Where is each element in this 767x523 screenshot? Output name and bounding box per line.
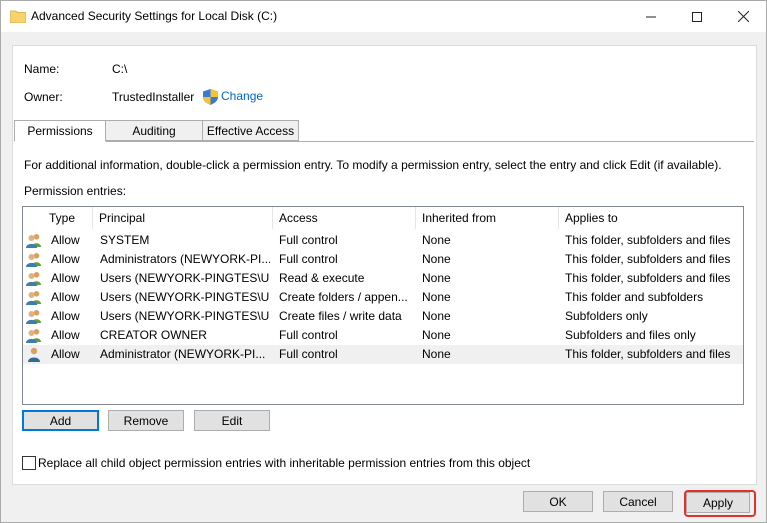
folder-icon bbox=[10, 10, 26, 23]
single-user-icon bbox=[28, 347, 40, 362]
column-header-principal[interactable]: Principal bbox=[93, 207, 273, 229]
replace-permissions-label[interactable]: Replace all child object permission entr… bbox=[38, 456, 530, 470]
cell-type: Allow bbox=[51, 328, 80, 342]
cell-access: Read & execute bbox=[279, 271, 365, 285]
cell-access: Create folders / appen... bbox=[279, 290, 408, 304]
name-label: Name: bbox=[24, 62, 60, 76]
column-header-type[interactable]: Type bbox=[43, 207, 93, 229]
cell-applies-to: This folder and subfolders bbox=[565, 290, 704, 304]
apply-highlight-ring bbox=[684, 490, 756, 517]
tab-effective-access[interactable]: Effective Access bbox=[202, 120, 299, 141]
owner-label: Owner: bbox=[24, 90, 63, 104]
cell-applies-to: Subfolders only bbox=[565, 309, 648, 323]
cell-inherited-from: None bbox=[422, 328, 451, 342]
close-button[interactable] bbox=[720, 1, 766, 32]
cell-access: Create files / write data bbox=[279, 309, 402, 323]
cell-inherited-from: None bbox=[422, 290, 451, 304]
cell-applies-to: This folder, subfolders and files bbox=[565, 271, 731, 285]
add-button[interactable]: Add bbox=[22, 410, 99, 431]
tab-auditing[interactable]: Auditing bbox=[105, 120, 203, 141]
cell-principal: Administrator (NEWYORK-PI... bbox=[100, 347, 266, 361]
ok-button[interactable]: OK bbox=[523, 491, 593, 512]
group-users-icon bbox=[26, 291, 41, 305]
permission-entry-row[interactable]: Allow Administrators (NEWYORK-PI... Full c… bbox=[23, 250, 743, 269]
group-users-icon bbox=[26, 310, 41, 324]
maximize-icon bbox=[692, 11, 702, 22]
column-header-applies-to[interactable]: Applies to bbox=[559, 207, 743, 229]
minimize-button[interactable] bbox=[628, 1, 674, 32]
column-header-inherited-from[interactable]: Inherited from bbox=[416, 207, 559, 229]
cancel-button[interactable]: Cancel bbox=[603, 491, 673, 512]
replace-permissions-checkbox[interactable] bbox=[22, 456, 36, 470]
group-users-icon bbox=[26, 329, 41, 343]
cell-type: Allow bbox=[51, 233, 80, 247]
cell-type: Allow bbox=[51, 309, 80, 323]
cell-type: Allow bbox=[51, 290, 80, 304]
cell-access: Full control bbox=[279, 347, 338, 361]
cell-inherited-from: None bbox=[422, 252, 451, 266]
permission-entries-list[interactable]: Type Principal Access Inherited from App… bbox=[22, 206, 744, 405]
cell-principal: Administrators (NEWYORK-PI... bbox=[100, 252, 270, 266]
cell-inherited-from: None bbox=[422, 309, 451, 323]
permission-entry-row[interactable]: Allow Administrator (NEWYORK-PI... Full co… bbox=[23, 345, 743, 364]
tab-permissions[interactable]: Permissions bbox=[14, 120, 106, 142]
cell-applies-to: This folder, subfolders and files bbox=[565, 252, 731, 266]
cell-type: Allow bbox=[51, 252, 80, 266]
cell-access: Full control bbox=[279, 328, 338, 342]
cell-principal: Users (NEWYORK-PINGTES\U... bbox=[100, 309, 270, 323]
group-users-icon bbox=[26, 272, 41, 286]
cell-principal: Users (NEWYORK-PINGTES\U... bbox=[100, 271, 270, 285]
edit-button[interactable]: Edit bbox=[194, 410, 270, 431]
group-users-icon bbox=[26, 234, 41, 248]
cell-type: Allow bbox=[51, 347, 80, 361]
owner-value: TrustedInstaller bbox=[112, 90, 195, 104]
permission-entry-row[interactable]: Allow CREATOR OWNER Full control None Subfol… bbox=[23, 326, 743, 345]
tab-strip-line bbox=[14, 141, 754, 142]
uac-shield-icon bbox=[203, 89, 218, 105]
instructions-text: For additional information, double-click… bbox=[24, 158, 722, 172]
cell-principal: CREATOR OWNER bbox=[100, 328, 207, 342]
window-title: Advanced Security Settings for Local Dis… bbox=[31, 9, 278, 23]
remove-button[interactable]: Remove bbox=[108, 410, 184, 431]
cell-principal: Users (NEWYORK-PINGTES\U... bbox=[100, 290, 270, 304]
cell-access: Full control bbox=[279, 233, 338, 247]
permission-entry-row[interactable]: Allow Users (NEWYORK-PINGTES\U... Create f… bbox=[23, 307, 743, 326]
cell-inherited-from: None bbox=[422, 233, 451, 247]
cell-applies-to: Subfolders and files only bbox=[565, 328, 696, 342]
permission-entry-row[interactable]: Allow SYSTEM Full control None This folder, … bbox=[23, 231, 743, 250]
cell-inherited-from: None bbox=[422, 271, 451, 285]
column-header-access[interactable]: Access bbox=[273, 207, 416, 229]
cell-inherited-from: None bbox=[422, 347, 451, 361]
minimize-icon bbox=[646, 16, 656, 17]
permission-entry-row[interactable]: Allow Users (NEWYORK-PINGTES\U... Create f… bbox=[23, 288, 743, 307]
cell-principal: SYSTEM bbox=[100, 233, 150, 247]
cell-applies-to: This folder, subfolders and files bbox=[565, 347, 731, 361]
cell-type: Allow bbox=[51, 271, 80, 285]
cell-access: Full control bbox=[279, 252, 338, 266]
permission-entries-label: Permission entries: bbox=[24, 184, 127, 198]
cell-applies-to: This folder, subfolders and files bbox=[565, 233, 731, 247]
title-bar[interactable]: Advanced Security Settings for Local Dis… bbox=[1, 1, 766, 32]
name-value: C:\ bbox=[112, 62, 128, 76]
security-settings-window: Advanced Security Settings for Local Dis… bbox=[0, 0, 767, 523]
change-owner-link[interactable]: Change bbox=[221, 89, 263, 103]
close-icon bbox=[737, 11, 749, 22]
permission-entry-row[interactable]: Allow Users (NEWYORK-PINGTES\U... Read & e… bbox=[23, 269, 743, 288]
maximize-button[interactable] bbox=[674, 1, 720, 32]
group-users-icon bbox=[26, 253, 41, 267]
